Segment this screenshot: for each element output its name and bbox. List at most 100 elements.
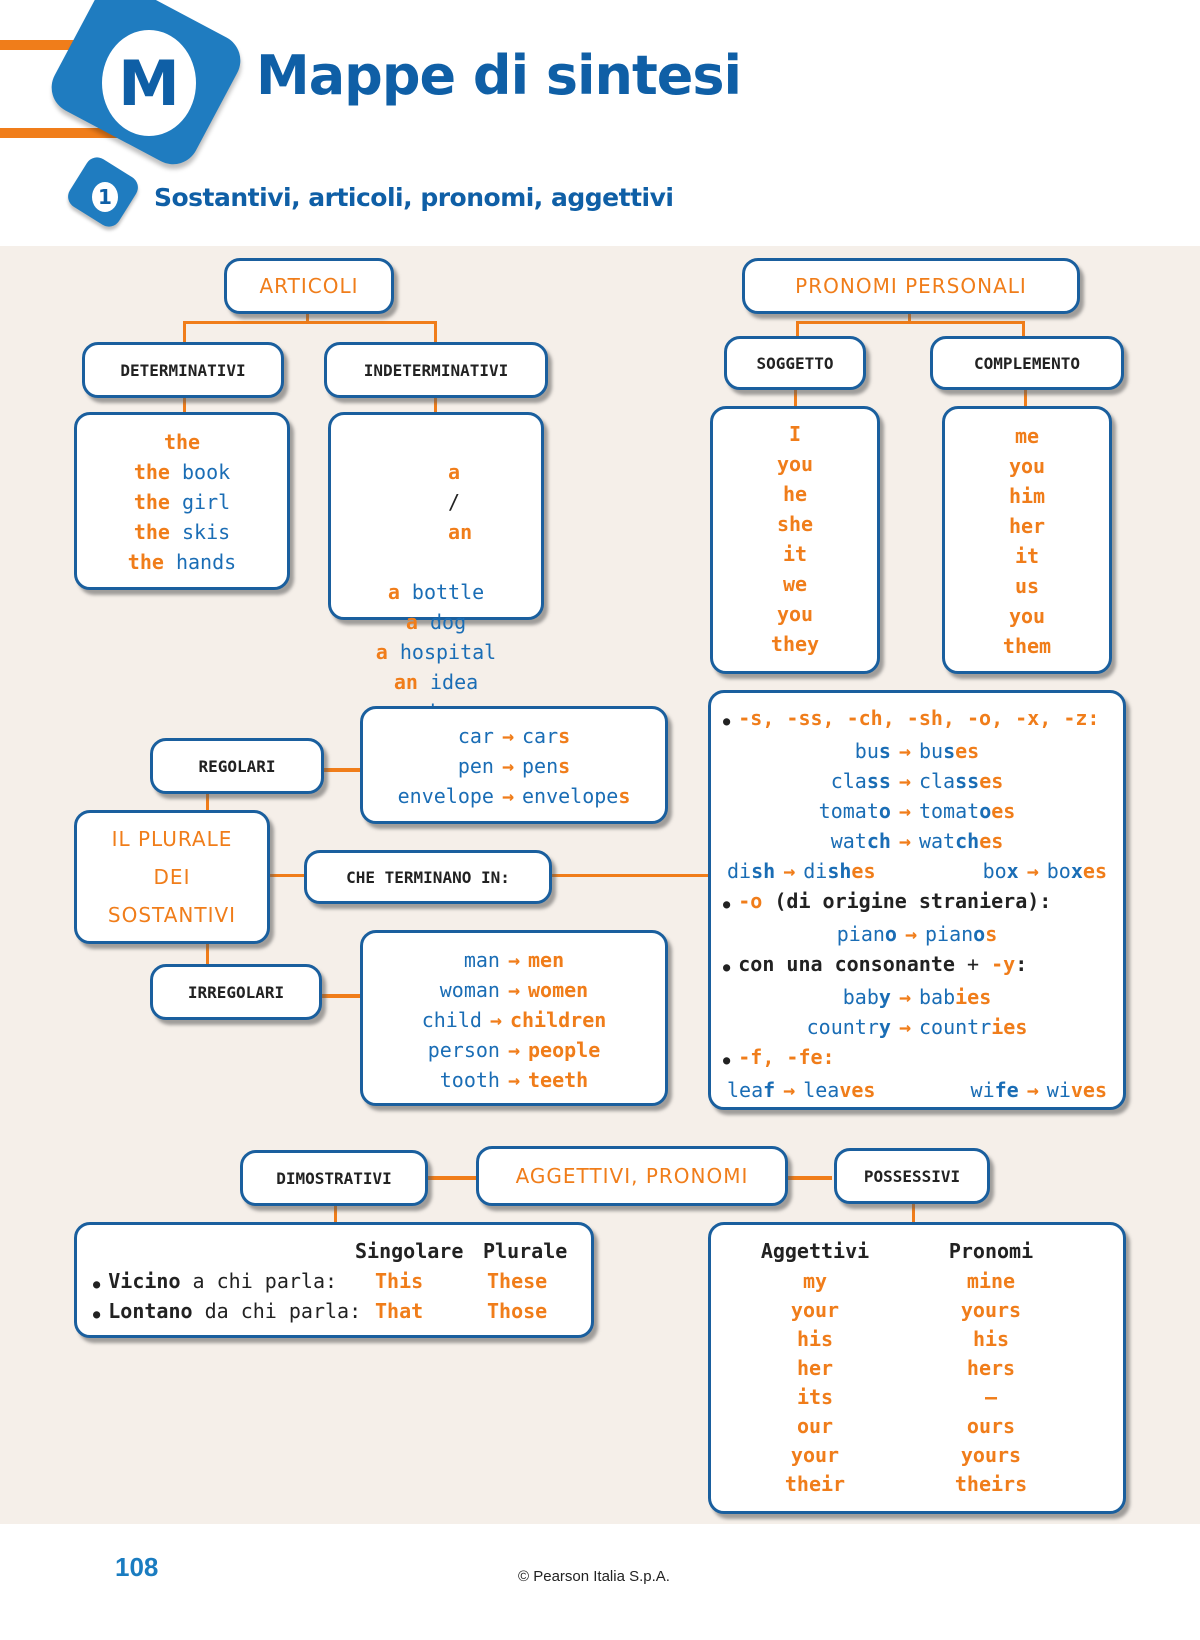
plural-example: piano→pianos (723, 919, 1111, 949)
singular-stem: countr (807, 1015, 879, 1039)
dimostrativi-node: DIMOSTRATIVI (240, 1150, 428, 1206)
arrow-icon: → (899, 1015, 911, 1039)
aggettivi-pronomi-node: AGGETTIVI, PRONOMI (476, 1146, 788, 1206)
possessivi-table: Aggettivi Pronomi myyourhisheritsouryour… (708, 1222, 1126, 1514)
plural-ending: ies (991, 1015, 1027, 1039)
singular-ending: s (879, 739, 891, 763)
plural-ending: ies (955, 985, 991, 1009)
singular: pen (458, 754, 494, 778)
plural-ending: s (985, 922, 997, 946)
demonstrative-row: ●Lontano da chi parla: (93, 1299, 361, 1323)
noun: hospital (400, 640, 496, 664)
pronoun: it (783, 539, 807, 569)
plural-ending: es (991, 799, 1015, 823)
singular: child (422, 1008, 482, 1032)
plural-example: envelope→envelopes (398, 781, 631, 811)
noun: hands (176, 550, 236, 574)
possessive: hers (967, 1354, 1015, 1383)
arrow-icon: → (502, 754, 514, 778)
bullet-icon: ● (723, 960, 730, 974)
regolari-examples: car→carspen→pensenvelope→envelopes (360, 706, 668, 824)
arrow-icon: → (508, 1068, 520, 1092)
plural-example: country→countries (723, 1012, 1111, 1042)
rule-heading: ●-s, -ss, -ch, -sh, -o, -x, -z: (723, 703, 1111, 736)
pronoun: them (1003, 631, 1051, 661)
plural: men (528, 948, 564, 972)
connector (786, 1176, 832, 1180)
arrow-icon: → (1027, 859, 1039, 883)
possessive-text: hers (967, 1356, 1015, 1380)
pronoun-text: you (1009, 454, 1045, 478)
arrow-icon: → (502, 784, 514, 808)
arrow-icon: → (899, 799, 911, 823)
singular-stem: pian (837, 922, 885, 946)
article-example: the hands (128, 547, 236, 577)
plural-example: child→children (422, 1005, 607, 1035)
possessive-text: her (797, 1356, 833, 1380)
complemento-label: COMPLEMENTO (974, 354, 1080, 373)
connector (550, 874, 710, 877)
connector (794, 388, 797, 408)
singular-demonstrative: That (375, 1299, 423, 1323)
col-plurale: Plurale (483, 1239, 567, 1263)
plural-ending: ves (1071, 1078, 1107, 1102)
soggetto-list: Iyouhesheitweyouthey (710, 406, 880, 674)
plural-example: dish→dishes (727, 856, 876, 886)
col-pronomi: Pronomi (887, 1239, 1095, 1263)
article-example: the skis (134, 517, 230, 547)
pronoun-text: it (783, 542, 807, 566)
demonstrative-row: ●Vicino a chi parla: (93, 1269, 337, 1293)
plurale-node: IL PLURALEDEISOSTANTIVI (74, 810, 270, 944)
irregolari-label: IRREGOLARI (188, 983, 284, 1002)
dimostrativi-table: Singolare Plurale ●Vicino a chi parla:Th… (74, 1222, 594, 1338)
singular-ending: ch (867, 829, 891, 853)
possessive-text: its (797, 1385, 833, 1409)
singular-stem: bo (983, 859, 1007, 883)
plural-stem: lea (803, 1078, 839, 1102)
possessive: our (797, 1412, 833, 1441)
possessive: his (797, 1325, 833, 1354)
copyright: © Pearson Italia S.p.A. (518, 1568, 670, 1585)
singular-ending: x (1007, 859, 1019, 883)
distance: Vicino (108, 1269, 180, 1293)
rule-endings: -y (991, 952, 1015, 976)
plural-demonstrative: These (487, 1269, 547, 1293)
plural-example: watch→watches (723, 826, 1111, 856)
bullet-icon: ● (723, 897, 730, 911)
singular-ending: o (879, 799, 891, 823)
possessive: – (985, 1383, 997, 1412)
possessive-text: yours (961, 1298, 1021, 1322)
rule-heading: ●-o (di origine straniera): (723, 886, 1111, 919)
regolari-label: REGOLARI (198, 757, 275, 776)
plural-kept: o (973, 922, 985, 946)
article-example: an idea (394, 667, 478, 697)
possessive: yours (961, 1441, 1021, 1470)
arrow-icon: → (899, 829, 911, 853)
possessive-text: your (791, 1443, 839, 1467)
plural-ending: es (1083, 859, 1107, 883)
pronoun: you (1009, 451, 1045, 481)
singular-ending: o (885, 922, 897, 946)
pronoun: us (1015, 571, 1039, 601)
distance-note: a chi parla: (193, 1269, 338, 1293)
singular: person (428, 1038, 500, 1062)
singular-ending: sh (751, 859, 775, 883)
connector (183, 321, 186, 343)
plural-stem: wi (1047, 1078, 1071, 1102)
singular-stem: wat (831, 829, 867, 853)
singular-ending: fe (995, 1078, 1019, 1102)
connector (428, 1176, 478, 1180)
colon: : (1015, 952, 1027, 976)
rule-note: (di origine straniera): (774, 889, 1051, 913)
plural-stem: bo (1047, 859, 1071, 883)
pronoun: they (771, 629, 819, 659)
bullet-icon: ● (723, 1053, 730, 1067)
connector (206, 792, 209, 812)
noun: dog (430, 610, 466, 634)
arrow-icon: → (899, 985, 911, 1009)
connector (434, 321, 437, 343)
singular-ending: f (763, 1078, 775, 1102)
plural-stem: di (803, 859, 827, 883)
plural-example: class→classes (723, 766, 1111, 796)
plural-stem: bu (919, 739, 943, 763)
